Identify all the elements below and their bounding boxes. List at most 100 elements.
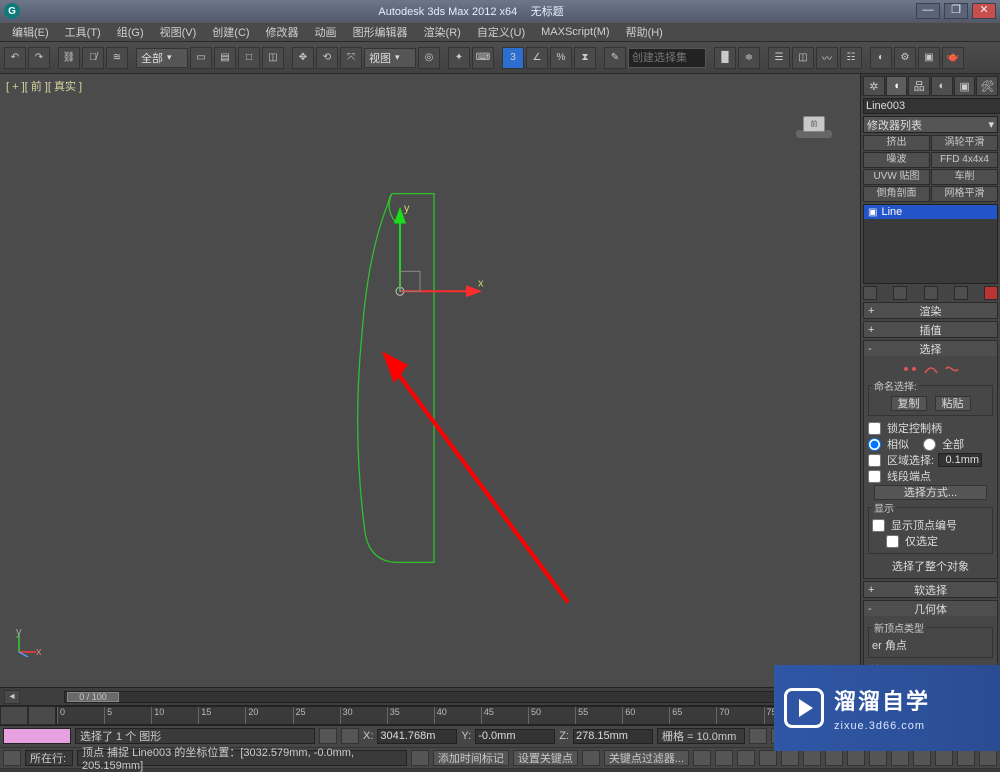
show-vertex-numbers-check[interactable]	[872, 519, 885, 532]
menu-tools[interactable]: 工具(T)	[59, 22, 107, 42]
paste-selection-button[interactable]: 粘贴	[935, 396, 971, 411]
zoom-all-button[interactable]	[847, 750, 865, 766]
mod-uvwmap[interactable]: UVW 贴图	[863, 169, 930, 185]
menu-grapheditors[interactable]: 图形编辑器	[347, 22, 414, 42]
mini-curve-editor-button[interactable]	[0, 706, 28, 725]
set-key-button[interactable]: 设置关键点	[513, 750, 578, 766]
render-production-button[interactable]: 🫖	[942, 47, 964, 69]
menu-views[interactable]: 视图(V)	[154, 22, 203, 42]
unlink-button[interactable]: ⛓̸	[82, 47, 104, 69]
tab-display[interactable]: ▣	[954, 76, 976, 96]
material-editor-button[interactable]: ◐	[870, 47, 892, 69]
segment-end-check[interactable]	[868, 470, 881, 483]
zoom-button[interactable]	[825, 750, 843, 766]
layer-manager-button[interactable]: ☰	[768, 47, 790, 69]
select-by-name-button[interactable]: ▤	[214, 47, 236, 69]
field-of-view-button[interactable]	[913, 750, 931, 766]
menu-help[interactable]: 帮助(H)	[620, 22, 669, 42]
percent-snap-button[interactable]: %	[550, 47, 572, 69]
mod-noise[interactable]: 噪波	[863, 152, 930, 168]
edit-named-sel-button[interactable]: ✎	[604, 47, 626, 69]
pan-view-button[interactable]	[935, 750, 953, 766]
spinner-snap-button[interactable]: ⧗	[574, 47, 596, 69]
mod-meshsmooth[interactable]: 网格平滑	[931, 186, 998, 202]
orbit-button[interactable]	[957, 750, 975, 766]
render-setup-button[interactable]: ⚙	[894, 47, 916, 69]
menu-maxscript[interactable]: MAXScript(M)	[535, 24, 615, 40]
ref-coord-combo[interactable]: 视图▾	[364, 48, 416, 68]
select-rotate-button[interactable]: ⟲	[316, 47, 338, 69]
remove-modifier-button[interactable]	[954, 286, 968, 300]
menu-create[interactable]: 创建(C)	[206, 22, 255, 42]
mod-bevelprofile[interactable]: 倒角剖面	[863, 186, 930, 202]
lock-selection-button[interactable]	[319, 728, 337, 744]
minimize-button[interactable]: —	[916, 3, 940, 19]
mod-turbosmooth[interactable]: 涡轮平滑	[931, 135, 998, 151]
selection-filter-combo[interactable]: 全部▾	[136, 48, 188, 68]
x-coord-input[interactable]	[377, 729, 457, 744]
zoom-extents-button[interactable]	[869, 750, 887, 766]
track-bar-filter-button[interactable]	[28, 706, 56, 725]
pin-stack-button[interactable]	[863, 286, 877, 300]
timeslider-prev-button[interactable]: ◂	[4, 690, 20, 704]
add-time-tag-button[interactable]: 添加时间标记	[433, 750, 509, 766]
transform-type-in-icon[interactable]	[341, 728, 359, 744]
goto-start-button[interactable]	[693, 750, 711, 766]
schematic-view-button[interactable]: ☷	[840, 47, 862, 69]
area-select-value[interactable]	[938, 453, 982, 467]
segment-level-icon[interactable]	[924, 363, 938, 375]
close-button[interactable]: ✕	[972, 3, 996, 19]
min-max-toggle-button[interactable]	[979, 750, 997, 766]
key-filters-icon[interactable]	[582, 750, 600, 766]
next-frame-button[interactable]	[759, 750, 777, 766]
spline-level-icon[interactable]	[945, 363, 959, 375]
select-object-button[interactable]: ▭	[190, 47, 212, 69]
isolate-selection-button[interactable]	[749, 728, 767, 744]
tab-create[interactable]: ✲	[863, 76, 885, 96]
copy-selection-button[interactable]: 复制	[891, 396, 927, 411]
prev-frame-button[interactable]	[715, 750, 733, 766]
selected-only-check[interactable]	[886, 535, 899, 548]
modifier-list-combo[interactable]: 修改器列表 ▾	[863, 116, 998, 133]
tab-modify[interactable]: ◖	[886, 76, 908, 96]
tab-utilities[interactable]: 🛠	[976, 76, 998, 96]
menu-animation[interactable]: 动画	[309, 22, 343, 42]
show-end-result-button[interactable]	[893, 286, 907, 300]
mod-extrude[interactable]: 挤出	[863, 135, 930, 151]
y-coord-input[interactable]	[475, 729, 555, 744]
mod-lathe[interactable]: 车削	[931, 169, 998, 185]
menu-group[interactable]: 组(G)	[111, 22, 150, 42]
tab-motion[interactable]: ◐	[931, 76, 953, 96]
area-select-check[interactable]	[868, 454, 881, 467]
bind-spacewarp-button[interactable]: ≋	[106, 47, 128, 69]
use-pivot-center-button[interactable]: ◎	[418, 47, 440, 69]
play-button[interactable]	[737, 750, 755, 766]
keyboard-shortcut-button[interactable]: ⌨	[472, 47, 494, 69]
configure-sets-button[interactable]	[984, 286, 998, 300]
maxscript-listener-button[interactable]	[3, 750, 21, 766]
angle-snap-button[interactable]: ∠	[526, 47, 548, 69]
menu-render[interactable]: 渲染(R)	[418, 22, 467, 42]
redo-button[interactable]: ↷	[28, 47, 50, 69]
undo-button[interactable]: ↶	[4, 47, 26, 69]
similar-radio[interactable]	[868, 438, 881, 451]
z-coord-input[interactable]	[573, 729, 653, 744]
make-unique-button[interactable]	[924, 286, 938, 300]
menu-edit[interactable]: 编辑(E)	[6, 22, 55, 42]
viewport-front[interactable]: [ + ][ 前 ][ 真实 ] 前 y x	[0, 74, 860, 687]
all-radio[interactable]	[923, 438, 936, 451]
maximize-button[interactable]: ❐	[944, 3, 968, 19]
mod-ffd[interactable]: FFD 4x4x4	[931, 152, 998, 168]
time-slider-handle[interactable]: 0 / 100	[67, 692, 119, 702]
snap-toggle-button[interactable]: 3	[502, 47, 524, 69]
named-selection-sets-input[interactable]	[628, 48, 706, 68]
modifier-stack[interactable]: ▣ Line	[863, 204, 998, 284]
goto-end-button[interactable]	[781, 750, 799, 766]
align-button[interactable]: ≑	[738, 47, 760, 69]
window-crossing-button[interactable]: ◫	[262, 47, 284, 69]
mirror-button[interactable]: ▐▌	[714, 47, 736, 69]
time-tag-icon[interactable]	[411, 750, 429, 766]
menu-modifiers[interactable]: 修改器	[260, 22, 305, 42]
object-name-input[interactable]	[863, 98, 1000, 114]
select-by-button[interactable]: 选择方式...	[874, 485, 987, 500]
